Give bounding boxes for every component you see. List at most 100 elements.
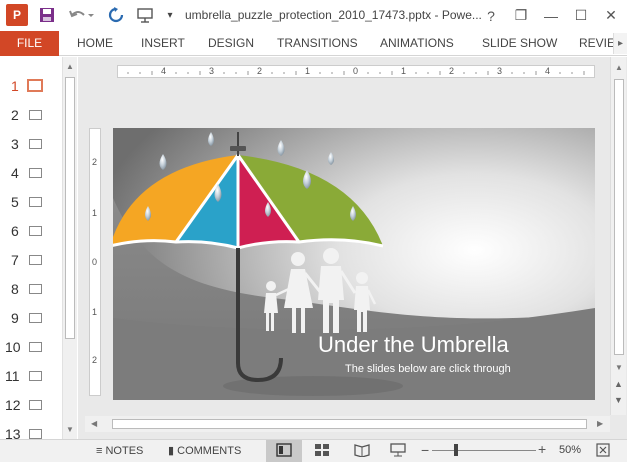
- previous-slide-icon[interactable]: ▲: [614, 379, 623, 389]
- ruler-label: 1: [305, 66, 311, 76]
- ruler-label: 3: [209, 66, 215, 76]
- slide-thumbnail-icon: [27, 79, 43, 92]
- zoom-in-icon[interactable]: +: [538, 442, 546, 456]
- ruler-label: 4: [161, 66, 167, 76]
- thumbnail-item[interactable]: 6: [0, 220, 62, 242]
- slide-subtitle[interactable]: The slides below are click through: [345, 363, 511, 375]
- thumbnail-number: 5: [11, 194, 19, 210]
- start-from-beginning-icon[interactable]: [135, 4, 157, 26]
- thumbnail-number: 12: [5, 397, 21, 413]
- slide-thumbnail-icon: [29, 400, 42, 410]
- tabs-scroll-right-icon[interactable]: ▸: [613, 33, 627, 54]
- tab-home[interactable]: HOME: [77, 31, 113, 56]
- thumbnail-item[interactable]: 2: [0, 104, 62, 126]
- zoom-slider-handle[interactable]: [454, 444, 458, 456]
- normal-view-icon[interactable]: [276, 443, 292, 460]
- notes-button[interactable]: ≡ NOTES: [96, 440, 143, 463]
- customize-qat-chevron-down-icon[interactable]: ▾: [163, 4, 177, 26]
- scroll-thumb[interactable]: [614, 79, 624, 355]
- child-head: [266, 281, 276, 291]
- slide-thumbnail-icon: [29, 168, 42, 178]
- ruler-label: 2: [92, 157, 98, 167]
- horizontal-ruler: 4 3 2 1 0 1 2 3 4: [117, 65, 595, 78]
- powerpoint-logo-icon[interactable]: P: [6, 4, 28, 26]
- mother-head: [291, 252, 305, 266]
- comment-icon: ▮: [168, 445, 175, 457]
- tab-transitions[interactable]: TRANSITIONS: [277, 31, 358, 56]
- title-bar: P ▾ umbrella_puzzle_protection_2010_1747…: [0, 0, 627, 31]
- tab-insert[interactable]: INSERT: [141, 31, 185, 56]
- thumbnail-item[interactable]: 12: [0, 394, 62, 416]
- notes-icon: ≡: [96, 445, 103, 457]
- scroll-up-icon[interactable]: ▲: [66, 62, 74, 71]
- tab-slide-show[interactable]: SLIDE SHOW: [482, 31, 557, 56]
- scroll-right-icon[interactable]: ▶: [597, 419, 603, 428]
- tab-design[interactable]: DESIGN: [208, 31, 254, 56]
- slide-show-icon[interactable]: [390, 443, 406, 460]
- slide-thumbnail-icon: [29, 429, 42, 439]
- save-icon[interactable]: [36, 4, 58, 26]
- ruler-label: 4: [545, 66, 551, 76]
- thumbnail-item[interactable]: 5: [0, 191, 62, 213]
- vertical-ruler: 2 1 0 1 2: [89, 128, 101, 396]
- thumbnail-number: 3: [11, 136, 19, 152]
- zoom-out-icon[interactable]: −: [421, 443, 429, 457]
- horizontal-scroll-thumb[interactable]: [112, 419, 587, 429]
- thumbnail-item[interactable]: 1: [0, 75, 62, 97]
- scroll-up-icon[interactable]: ▲: [615, 63, 623, 72]
- ruler-label: 0: [353, 66, 359, 76]
- fit-slide-icon[interactable]: [596, 443, 610, 460]
- child-head: [356, 272, 368, 284]
- thumbnail-item[interactable]: 7: [0, 249, 62, 271]
- ribbon-display-options-button[interactable]: ❐: [506, 0, 536, 31]
- editor-vertical-scrollbar[interactable]: ▲ ▼ ▲ ▼: [610, 57, 626, 415]
- minimize-button[interactable]: —: [536, 0, 566, 31]
- thumbnail-number: 7: [11, 252, 19, 268]
- ruler-label: 2: [257, 66, 263, 76]
- repeat-icon[interactable]: [105, 4, 127, 26]
- slide-sorter-icon[interactable]: [314, 443, 330, 460]
- ribbon-tabs: FILE HOME INSERT DESIGN TRANSITIONS ANIM…: [0, 31, 627, 56]
- slide-artwork: [113, 128, 595, 400]
- thumbnails-scrollbar[interactable]: ▲ ▼: [62, 57, 77, 439]
- help-button[interactable]: ?: [476, 0, 506, 31]
- scroll-left-icon[interactable]: ◀: [91, 419, 97, 428]
- next-slide-icon[interactable]: ▼: [614, 395, 623, 405]
- scroll-down-icon[interactable]: ▼: [615, 363, 623, 372]
- slide-canvas[interactable]: [113, 128, 595, 400]
- thumbnail-item[interactable]: 11: [0, 365, 62, 387]
- thumbnail-number: 11: [5, 368, 20, 384]
- tab-animations[interactable]: ANIMATIONS: [380, 31, 454, 56]
- scroll-thumb[interactable]: [65, 77, 75, 339]
- slide-thumbnail-icon: [29, 342, 42, 352]
- zoom-level[interactable]: 50%: [559, 444, 581, 456]
- window-title: umbrella_puzzle_protection_2010_17473.pp…: [185, 8, 482, 22]
- slide-thumbnail-icon: [29, 371, 42, 381]
- scroll-down-icon[interactable]: ▼: [66, 425, 74, 434]
- thumbnail-item[interactable]: 8: [0, 278, 62, 300]
- reading-view-icon[interactable]: [354, 443, 370, 460]
- thumbnail-item[interactable]: 13: [0, 423, 62, 439]
- comments-button[interactable]: ▮ COMMENTS: [168, 440, 241, 463]
- tab-file[interactable]: FILE: [0, 31, 59, 56]
- slide-title[interactable]: Under the Umbrella: [318, 332, 509, 358]
- undo-icon[interactable]: [66, 4, 96, 26]
- thumbnail-item[interactable]: 3: [0, 133, 62, 155]
- notes-label: NOTES: [105, 445, 144, 457]
- thumbnail-number: 6: [11, 223, 19, 239]
- thumbnail-number: 1: [11, 78, 19, 94]
- comments-label: COMMENTS: [177, 445, 242, 457]
- thumbnail-number: 4: [11, 165, 19, 181]
- slide-thumbnail-icon: [29, 110, 42, 120]
- close-button[interactable]: ✕: [596, 0, 626, 31]
- thumbnail-item[interactable]: 9: [0, 307, 62, 329]
- ruler-label: 2: [92, 355, 98, 365]
- ruler-label: 2: [449, 66, 455, 76]
- slide-thumbnail-icon: [29, 284, 42, 294]
- thumbnail-item[interactable]: 10: [0, 336, 62, 358]
- thumbnail-item[interactable]: 4: [0, 162, 62, 184]
- zoom-slider[interactable]: [432, 450, 536, 451]
- maximize-button[interactable]: ☐: [566, 0, 596, 31]
- thumbnail-number: 13: [5, 426, 21, 439]
- umbrella-cap: [230, 146, 246, 151]
